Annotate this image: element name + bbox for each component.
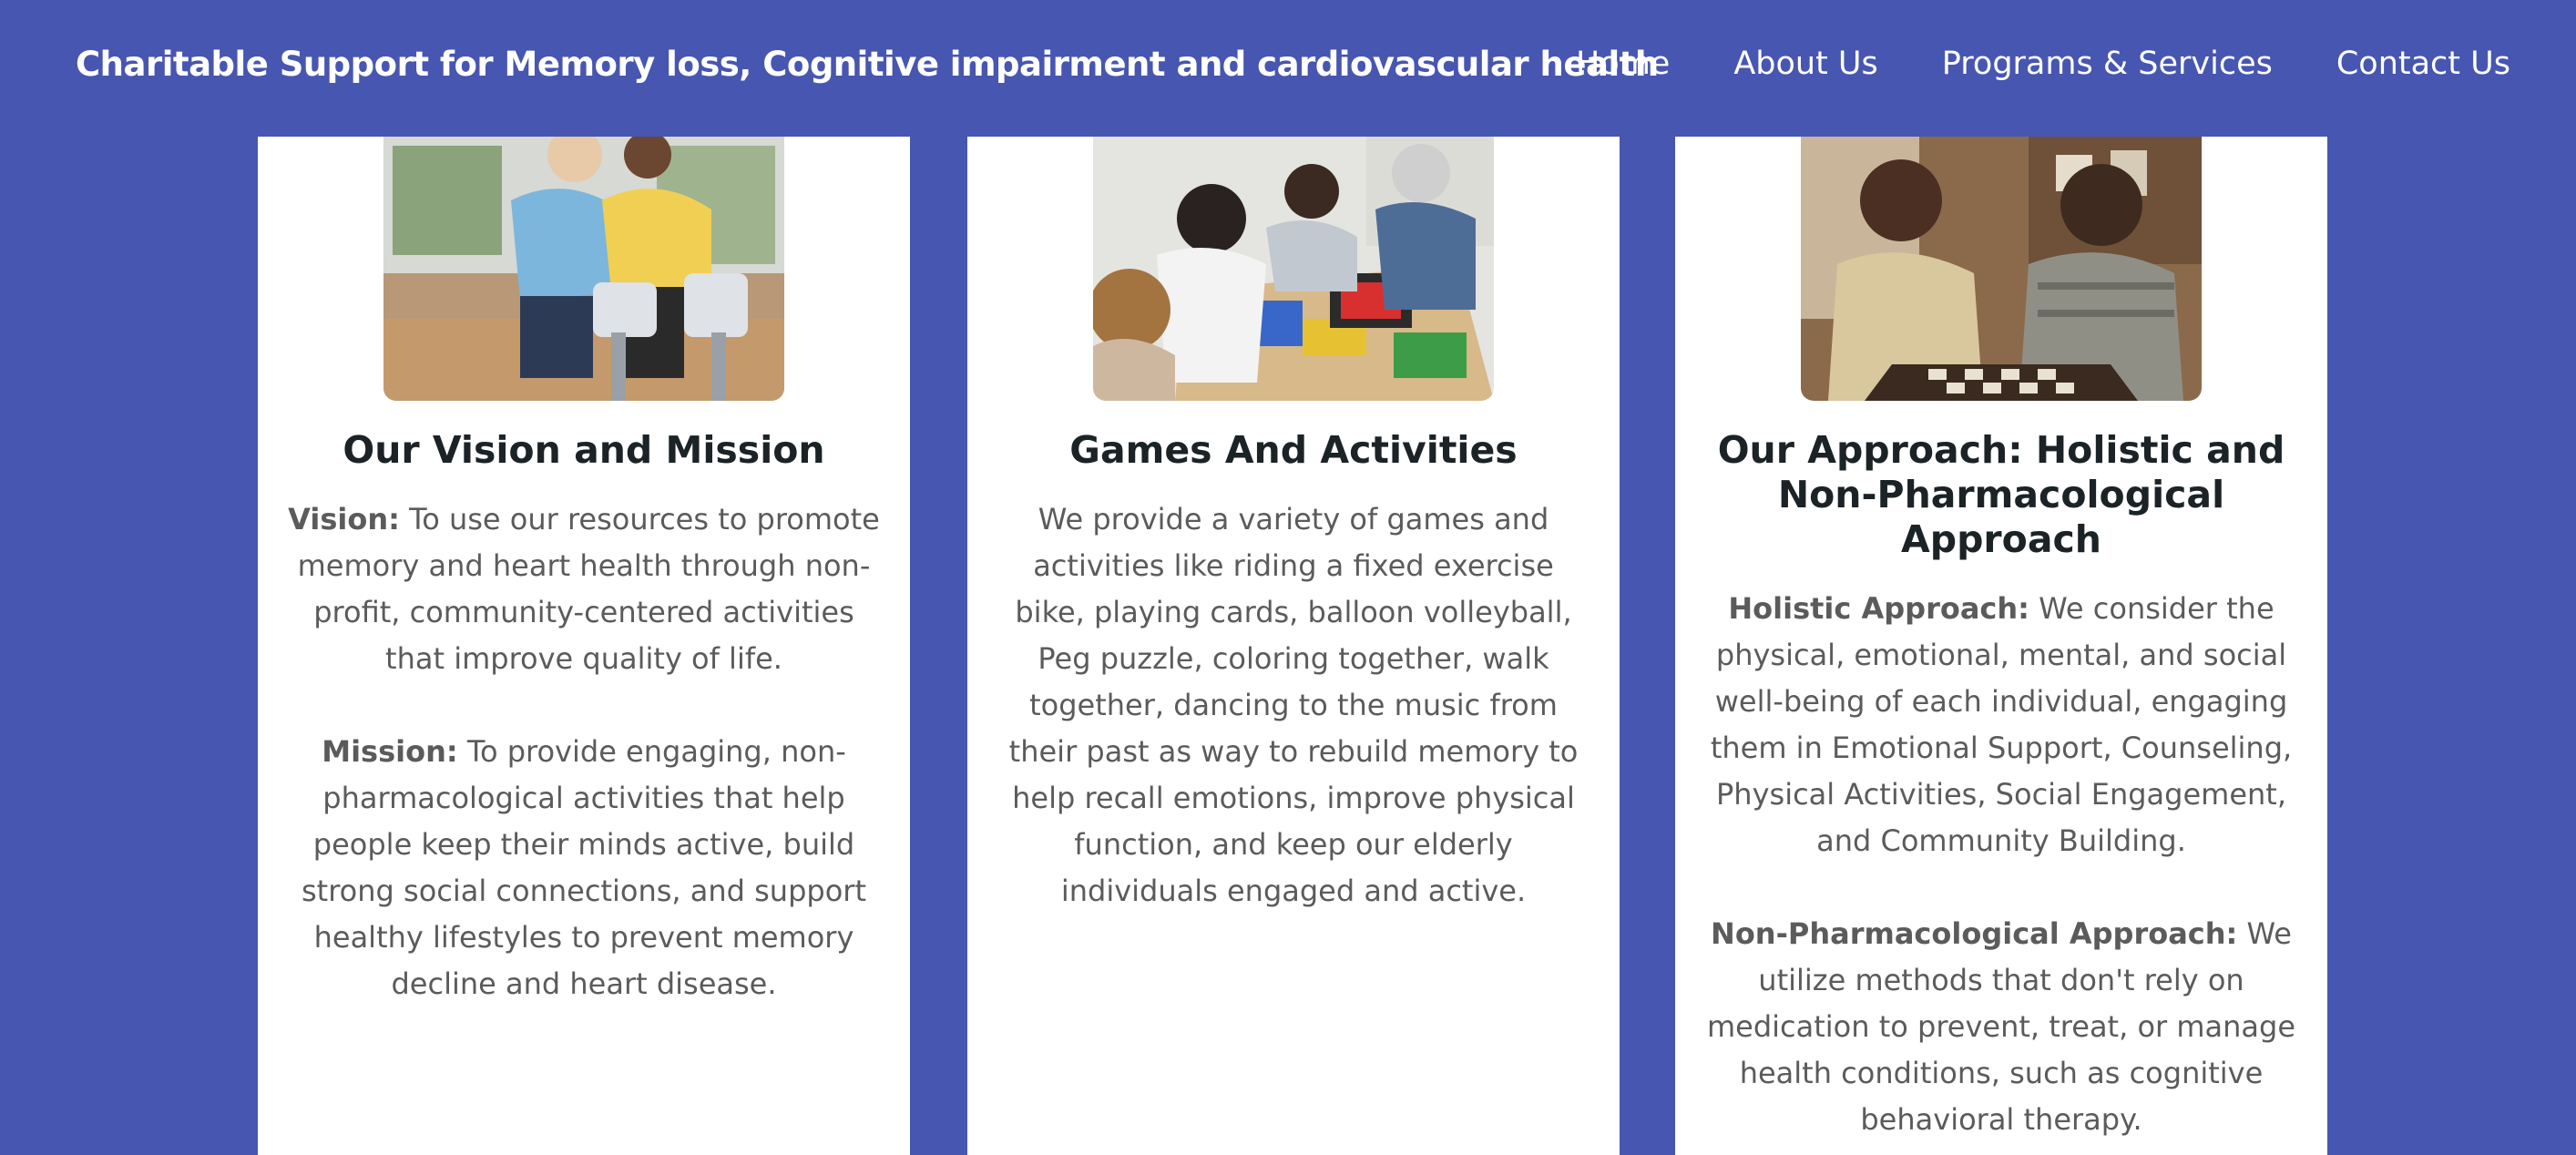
nav-programs-services[interactable]: Programs & Services	[1942, 40, 2273, 87]
non-pharmacological-paragraph: Non-Pharmacological Approach: We utilize…	[1675, 911, 2327, 1143]
games-activities-card: Games And Activities We provide a variet…	[967, 137, 1620, 1155]
mission-paragraph: Mission: To provide engaging, non-pharma…	[258, 729, 910, 1007]
approach-card: Our Approach: Holistic and Non-Pharmacol…	[1675, 137, 2327, 1155]
vision-label: Vision:	[288, 502, 400, 537]
nav-about-us[interactable]: About Us	[1733, 40, 1877, 87]
site-title[interactable]: Charitable Support for Memory loss, Cogn…	[76, 43, 1659, 87]
card-heading: Our Approach: Holistic and Non-Pharmacol…	[1717, 428, 2285, 561]
holistic-paragraph: Holistic Approach: We consider the physi…	[1675, 586, 2327, 864]
vision-mission-card: Our Vision and Mission Vision: To use ou…	[258, 137, 910, 1155]
mission-text: To provide engaging, non-pharmacological…	[302, 734, 866, 1001]
holistic-label: Holistic Approach:	[1728, 591, 2029, 626]
exercise-bike-photo	[383, 137, 784, 401]
vision-paragraph: Vision: To use our resources to promote …	[258, 496, 910, 682]
holistic-text: We consider the physical, emotional, men…	[1710, 591, 2293, 858]
card-heading: Games And Activities	[1069, 428, 1518, 472]
checkers-photo	[1801, 137, 2202, 401]
card-heading: Our Vision and Mission	[342, 428, 825, 472]
site-header: Charitable Support for Memory loss, Cogn…	[0, 0, 2576, 137]
peg-puzzle-photo	[1093, 137, 1494, 401]
games-paragraph: We provide a variety of games and activi…	[967, 496, 1620, 915]
games-text: We provide a variety of games and activi…	[1008, 502, 1579, 908]
main-nav: Home About Us Programs & Services Contac…	[1576, 40, 2510, 87]
mission-label: Mission:	[322, 734, 458, 769]
nav-home[interactable]: Home	[1576, 40, 1670, 87]
non-pharmacological-label: Non-Pharmacological Approach:	[1711, 916, 2238, 951]
nav-contact-us[interactable]: Contact Us	[2336, 40, 2510, 87]
